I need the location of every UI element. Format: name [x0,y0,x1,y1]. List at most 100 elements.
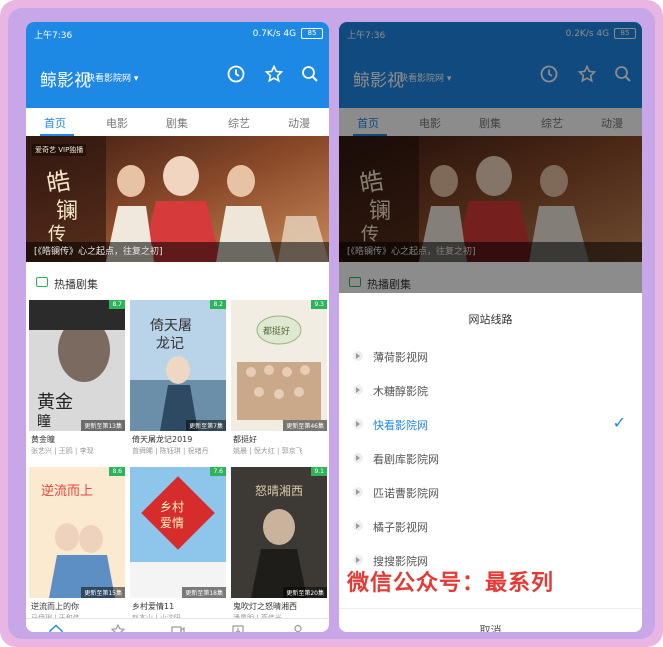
banner-carousel[interactable]: 皓 镧 传 爱奇艺 VIP独播 [《皓镧传》心之起点，往复之初] [26,136,329,262]
card-title: 乡村爱情11 [132,602,175,611]
option-label: 木糖醇影院 [373,385,428,398]
svg-text:瞳: 瞳 [37,413,51,430]
network-speed: 0.7K/s [252,29,281,39]
svg-text:爱情: 爱情 [160,516,184,530]
play-icon [353,555,363,565]
card-title: 鬼吹灯之怒晴湘西 [233,602,297,611]
update-badge: 更新至第18集 [182,587,226,598]
poster-image: 黄金瞳 8.7 更新至第13集 [29,300,125,431]
tab-movies[interactable]: 电影 [106,115,128,131]
svg-text:镧: 镧 [56,199,78,224]
card-title: 黄金瞳 [31,435,55,444]
search-icon[interactable] [300,64,320,84]
card-actors: 张艺兴 | 王鸥 | 李现 [31,447,94,455]
source-option[interactable]: 薄荷影视网 [339,343,642,373]
card-title: 都挺好 [233,435,257,444]
source-option[interactable]: 看剧库影院网 [339,445,642,475]
battery-icon: 85 [301,28,323,39]
option-label: 看剧库影院网 [373,453,439,466]
check-icon: ✓ [612,413,626,432]
category-tabs: 首页 电影 剧集 综艺 动漫 [26,108,329,137]
rating-badge: 8.2 [210,300,226,309]
card-actors: 姚晨 | 倪大红 | 郭京飞 [233,447,303,455]
play-icon [353,487,363,497]
status-time: 上午7:36 [34,31,73,41]
update-badge: 更新至第46集 [283,420,327,431]
video-icon [171,626,185,632]
poster-image: 倚天屠龙记 8.2 更新至第7集 [130,300,226,431]
nav-home[interactable]: 首页 [36,623,76,632]
poster-image: 逆流而上 8.6 更新至第15集 [29,467,125,598]
dialog-title: 网站线路 [468,313,513,326]
tab-series[interactable]: 剧集 [166,115,188,131]
modal-overlay[interactable] [339,22,642,293]
tab-anime[interactable]: 动漫 [288,115,310,131]
banner-tag: 爱奇艺 VIP独播 [32,144,87,156]
star-outline-icon [110,623,126,632]
play-icon [353,521,363,531]
card-title: 倚天屠龙记2019 [132,435,193,444]
play-icon [353,453,363,463]
update-badge: 更新至第13集 [81,420,125,431]
chevron-down-icon: ▾ [133,74,139,84]
history-icon[interactable] [226,64,246,84]
home-icon [49,624,63,632]
download-icon [232,625,244,632]
user-icon [294,624,302,632]
star-icon[interactable] [264,64,284,84]
update-badge: 更新至第7集 [186,420,226,431]
svg-text:黄金: 黄金 [37,392,73,413]
banner-caption: [《皓镧传》心之起点，往复之初] [26,242,329,262]
rating-badge: 8.7 [109,300,125,309]
poster-image: 都挺好 9.3 更新至第46集 [231,300,327,431]
nav-live[interactable]: 直播 [158,623,198,632]
status-right: 0.7K/s 4G 85 [253,28,323,39]
tab-variety[interactable]: 综艺 [228,115,250,131]
play-icon [353,385,363,395]
divider [339,608,642,609]
option-label: 匹诺曹影院网 [373,487,439,500]
svg-text:皓: 皓 [44,167,72,199]
bottom-nav: 首页 更新 直播 资源 我的 [26,618,329,632]
network-type: 4G [283,29,297,39]
nav-resources[interactable]: 资源 [218,623,258,632]
tv-icon [36,277,48,287]
phone-home-screen: 上午7:36 0.7K/s 4G 85 鲸影视 快看影院网 ▾ 首页 电影 剧集… [26,22,329,632]
source-option-selected[interactable]: 快看影院网 ✓ [339,411,642,441]
source-selector[interactable]: 快看影院网 ▾ [86,71,138,84]
card-actors: 曾舜晞 | 陈钰琪 | 祝绪丹 [132,447,209,455]
option-label: 橘子影视网 [373,521,428,534]
source-option[interactable]: 匹诺曹影院网 [339,479,642,509]
rating-badge: 7.6 [210,467,226,476]
rating-badge: 9.1 [311,467,327,476]
poster-image: 乡村爱情 7.6 更新至第18集 [130,467,226,598]
rating-badge: 8.6 [109,467,125,476]
svg-text:倚天屠: 倚天屠 [150,318,192,334]
tab-home[interactable]: 首页 [44,115,66,131]
svg-text:都挺好: 都挺好 [263,325,290,337]
source-label: 快看影院网 [86,74,132,84]
watermark-text: 微信公众号：最系列 [347,571,555,596]
card-title: 逆流而上的你 [31,602,79,611]
app-title: 鲸影视 [40,71,91,91]
option-label: 薄荷影视网 [373,351,428,364]
nav-updates[interactable]: 更新 [98,623,138,632]
section-header: 热播剧集 [26,266,329,296]
svg-text:乡村: 乡村 [160,500,184,514]
cancel-button[interactable]: 取消 [339,622,642,632]
phone-source-dialog-screen: 上午7:36 0.2K/s 4G 85 鲸影视 快看影院网 ▾ 首页 电影 剧集… [339,22,642,632]
update-badge: 更新至第20集 [283,587,327,598]
rating-badge: 9.3 [311,300,327,309]
source-option[interactable]: 木糖醇影院 [339,377,642,407]
nav-profile[interactable]: 我的 [278,623,318,632]
option-label: 快看影院网 [373,419,428,432]
poster-image: 怒晴湘西 9.1 更新至第20集 [231,467,327,598]
svg-text:怒晴湘西: 怒晴湘西 [255,483,303,498]
section-title: 热播剧集 [54,278,98,291]
source-option[interactable]: 橘子影视网 [339,513,642,543]
app-bar: 鲸影视 快看影院网 ▾ [26,44,329,108]
status-bar: 上午7:36 0.7K/s 4G 85 [26,22,329,44]
svg-text:逆流而上: 逆流而上 [41,483,93,499]
svg-text:龙记: 龙记 [156,336,184,352]
play-icon [353,351,363,361]
